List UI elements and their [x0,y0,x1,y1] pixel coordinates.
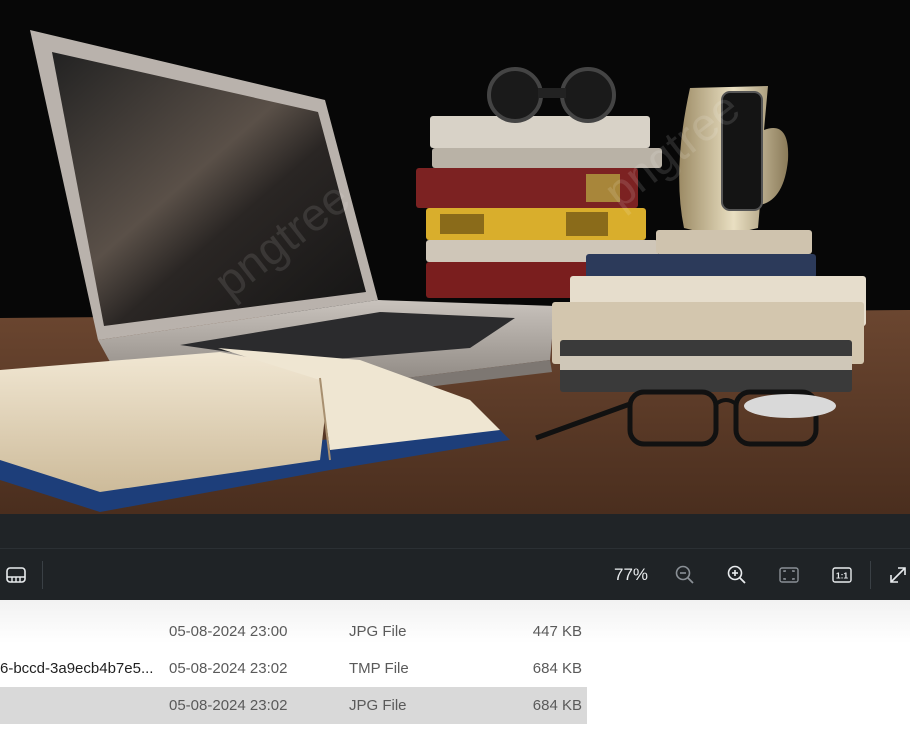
file-date: 05-08-2024 23:02 [169,660,288,677]
actual-size-text: 1:1 [836,571,849,581]
file-type: JPG File [349,623,407,640]
file-list: 05-08-2024 23:00 JPG File 447 KB 6-bccd-… [0,600,910,746]
file-type: JPG File [349,697,407,714]
file-name: 6-bccd-3a9ecb4b7e5... [0,660,154,677]
table-row[interactable]: 6-bccd-3a9ecb4b7e5... 05-08-2024 23:02 T… [0,650,910,687]
file-size: 684 KB [532,660,582,677]
table-row[interactable]: 05-08-2024 23:00 JPG File 447 KB [0,613,910,650]
file-type: TMP File [349,660,409,677]
viewer-background [0,514,910,548]
file-date: 05-08-2024 23:02 [169,697,288,714]
table-row[interactable]: 05-08-2024 23:02 JPG File 684 KB [0,687,587,724]
file-size: 447 KB [532,623,582,640]
image-viewport[interactable]: pngtree pngtree [0,0,910,548]
file-date: 05-08-2024 23:00 [169,623,288,640]
displayed-photo: pngtree pngtree [0,0,910,514]
photo-viewer-window: pngtree pngtree 77% 1:1 05-08-2024 23:00… [0,0,910,746]
file-size: 684 KB [532,697,582,714]
